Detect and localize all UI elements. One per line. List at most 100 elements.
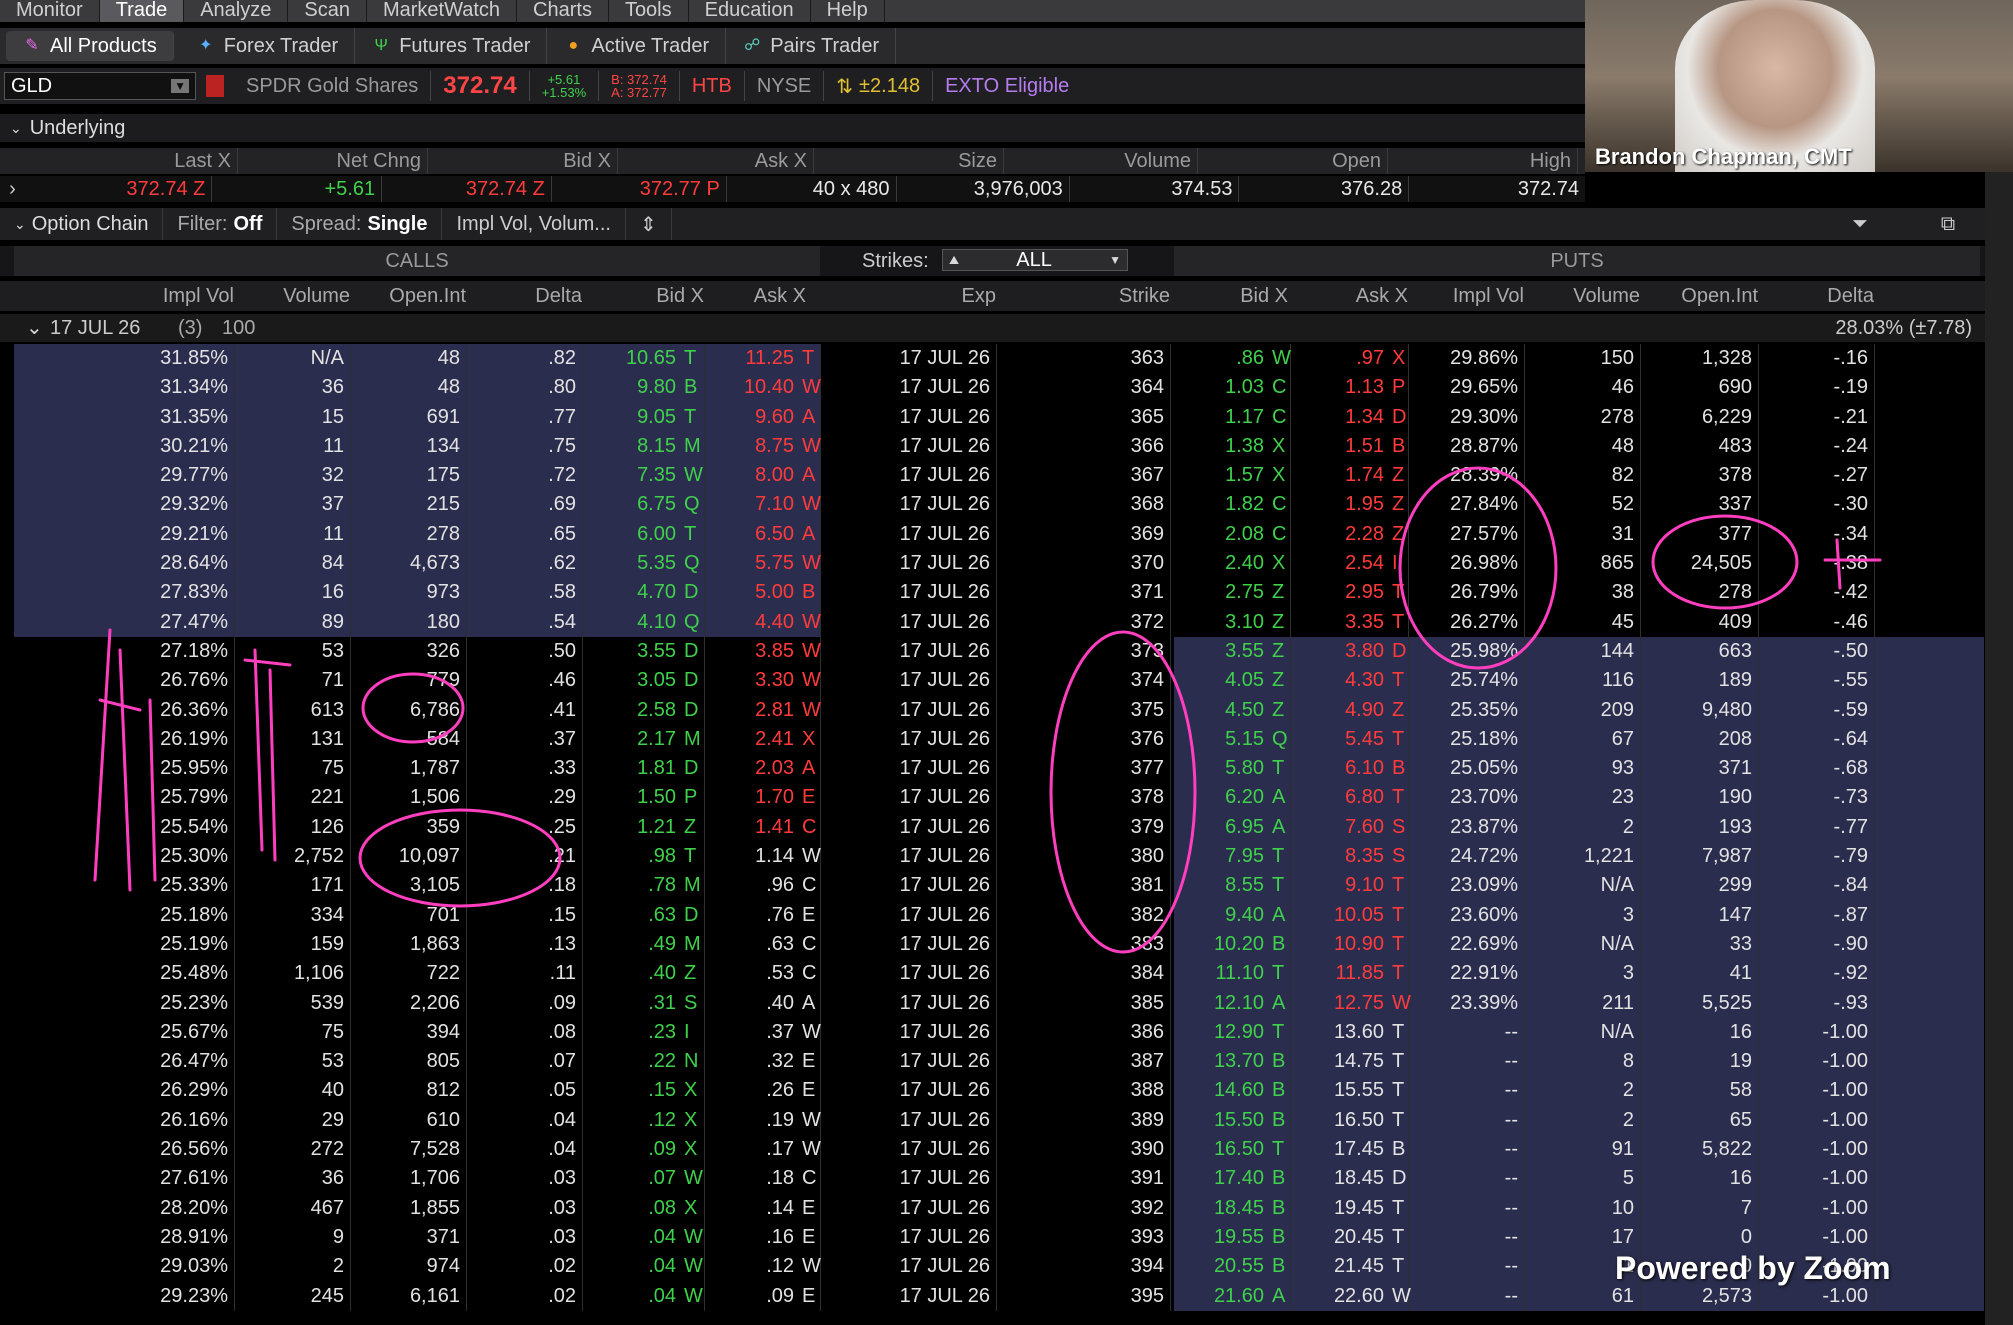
cell-cb[interactable]: .09 (582, 1135, 676, 1164)
option-row[interactable]: 25.30% 2,752 10,097.21.98 T 1.14 W 17 JUL 26 38… (14, 842, 1984, 872)
cell-pa[interactable]: 11.85 (1290, 959, 1384, 988)
chevron-down-icon[interactable]: ⌄ (14, 216, 26, 233)
cell-pbx[interactable]: B (1272, 1223, 1288, 1252)
call-header-open-int[interactable]: Open.Int (350, 281, 466, 311)
cell-pax[interactable]: T (1392, 930, 1408, 959)
cell-pb[interactable]: 9.40 (1174, 901, 1264, 930)
cell-ca[interactable]: 4.40 (704, 608, 794, 637)
cell-cb[interactable]: 9.80 (582, 373, 676, 402)
menu-help[interactable]: Help (811, 0, 885, 22)
chevron-down-icon[interactable]: ⌄ (10, 120, 22, 137)
cell-pax[interactable]: T (1392, 1252, 1408, 1281)
cell-pa[interactable]: 5.45 (1290, 725, 1384, 754)
call-header-bid-x[interactable]: Bid X (582, 281, 704, 311)
cell-cbx[interactable]: W (684, 461, 703, 490)
cell-pa[interactable]: 19.45 (1290, 1194, 1384, 1223)
cell-cax[interactable]: W (802, 637, 821, 666)
option-row[interactable]: 28.20% 467 1,855 .03 .08 X .14 E 17 JUL 26 392 18.… (14, 1193, 1984, 1223)
cell-cb[interactable]: .40 (582, 959, 676, 988)
cell-cax[interactable]: A (802, 520, 818, 549)
cell-pa[interactable]: 18.45 (1290, 1164, 1384, 1193)
cell-pb[interactable]: 15.50 (1174, 1106, 1264, 1135)
cell-cax[interactable]: E (802, 1047, 818, 1076)
cell-cax[interactable]: W (802, 696, 821, 725)
menu-monitor[interactable]: Monitor (0, 0, 100, 22)
cell-pax[interactable]: D (1392, 403, 1408, 432)
cell-cbx[interactable]: S (684, 989, 700, 1018)
option-row[interactable]: 26.36% 613 6,786 .41 2.58 D 2.81 W 17 JUL 26 375 4… (14, 695, 1984, 725)
menu-tools[interactable]: Tools (609, 0, 689, 22)
cell-pa[interactable]: .97 (1290, 344, 1384, 373)
cell-cax[interactable]: W (802, 842, 821, 871)
header-volume[interactable]: Volume (1004, 148, 1198, 174)
cell-cbx[interactable]: X (684, 1076, 700, 1105)
option-row[interactable]: 29.21% 11 278 .65 6.00 T 6.50 A 17 JUL 26 369 2.08… (14, 519, 1984, 550)
cell-cb[interactable]: 4.70 (582, 578, 676, 607)
cell-cax[interactable]: W (802, 1135, 821, 1164)
cell-pbx[interactable]: B (1272, 1164, 1288, 1193)
cell-pa[interactable]: 1.74 (1290, 461, 1384, 490)
cell-ca[interactable]: 6.50 (704, 520, 794, 549)
cell-cb[interactable]: 8.15 (582, 432, 676, 461)
cell-ca[interactable]: 2.41 (704, 725, 794, 754)
cell-pax[interactable]: B (1392, 432, 1408, 461)
product-futures-trader[interactable]: Ψ Futures Trader (355, 28, 548, 64)
sort-arrows-icon[interactable]: ⇕ (626, 208, 672, 240)
cell-pax[interactable]: Z (1392, 520, 1408, 549)
cell-cb[interactable]: .04 (582, 1223, 676, 1252)
cell-pbx[interactable]: B (1272, 1194, 1288, 1223)
cell-pbx[interactable]: W (1272, 344, 1291, 373)
cell-pb[interactable]: 5.15 (1174, 725, 1264, 754)
cell-cax[interactable]: E (802, 1194, 818, 1223)
option-row[interactable]: 31.85% N/A 48.82 10.65 T 11.25 T 17 JUL 26 363.8… (14, 344, 1984, 374)
cell-ca[interactable]: .14 (704, 1194, 794, 1223)
cell-pa[interactable]: 9.10 (1290, 871, 1384, 900)
cell-pax[interactable]: T (1392, 1076, 1408, 1105)
cell-pb[interactable]: .86 (1174, 344, 1264, 373)
option-row[interactable]: 25.54% 126 359 .25 1.21 Z 1.41 C 17 JUL 26 379 6.9… (14, 812, 1984, 843)
cell-ca[interactable]: .19 (704, 1106, 794, 1135)
cell-cax[interactable]: E (802, 1282, 818, 1311)
cell-cbx[interactable]: B (684, 373, 700, 402)
cell-pbx[interactable]: C (1272, 520, 1288, 549)
chevron-down-icon[interactable]: ▼ (171, 79, 189, 93)
option-row[interactable]: 26.29% 40 812 .05 .15 X .26 E 17 JUL 26 388 14.60 B… (14, 1076, 1984, 1106)
cell-cax[interactable]: A (802, 989, 818, 1018)
cell-ca[interactable]: .18 (704, 1164, 794, 1193)
cell-cbx[interactable]: P (684, 783, 700, 812)
put-header-delta[interactable]: Delta (1758, 281, 1874, 311)
cell-ca[interactable]: .40 (704, 989, 794, 1018)
cell-pbx[interactable]: A (1272, 783, 1288, 812)
cell-pbx[interactable]: Z (1272, 578, 1288, 607)
cell-pbx[interactable]: X (1272, 461, 1288, 490)
cell-cbx[interactable]: Z (684, 959, 700, 988)
cell-pax[interactable]: D (1392, 1164, 1408, 1193)
cell-ca[interactable]: 1.70 (704, 783, 794, 812)
cell-pb[interactable]: 2.08 (1174, 520, 1264, 549)
filter-dropdown[interactable]: Filter: Off (163, 208, 278, 240)
call-header-impl-vol[interactable]: Impl Vol (14, 281, 234, 311)
cell-pbx[interactable]: B (1272, 1252, 1288, 1281)
cell-cax[interactable]: W (802, 432, 821, 461)
menu-charts[interactable]: Charts (517, 0, 609, 22)
put-header-volume[interactable]: Volume (1524, 281, 1640, 311)
cell-pbx[interactable]: A (1272, 1282, 1288, 1311)
cell-pb[interactable]: 3.10 (1174, 608, 1264, 637)
expiration-series-row[interactable]: ⌄ 17 JUL 26 (3) 100 28.03% (±7.78) (0, 314, 1985, 342)
call-header-volume[interactable]: Volume (234, 281, 350, 311)
cell-pbx[interactable]: T (1272, 871, 1288, 900)
cell-cbx[interactable]: W (684, 1164, 703, 1193)
header-size[interactable]: Size (814, 148, 1004, 174)
cell-pbx[interactable]: T (1272, 1018, 1288, 1047)
cell-pa[interactable]: 3.35 (1290, 608, 1384, 637)
cell-pbx[interactable]: B (1272, 1047, 1288, 1076)
cell-pbx[interactable]: Z (1272, 696, 1288, 725)
cell-cb[interactable]: .04 (582, 1282, 676, 1311)
cell-pb[interactable]: 1.57 (1174, 461, 1264, 490)
cell-ca[interactable]: .16 (704, 1223, 794, 1252)
underlying-section-header[interactable]: ⌄ Underlying (0, 114, 1585, 142)
cell-cax[interactable]: C (802, 813, 818, 842)
cell-pax[interactable]: P (1392, 373, 1408, 402)
option-row[interactable]: 28.91% 9 371 .03 .04 W .16 E 17 JUL 26 393 19.55 B 2… (14, 1222, 1984, 1253)
cell-cax[interactable]: A (802, 754, 818, 783)
